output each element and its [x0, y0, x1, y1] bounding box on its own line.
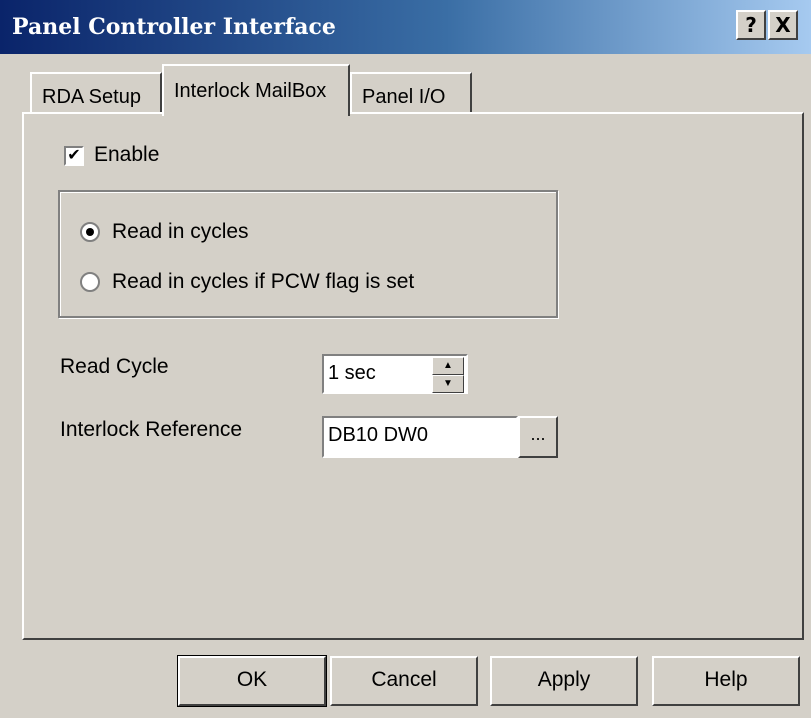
interlock-reference-field[interactable]: DB10 DW0	[322, 416, 518, 458]
read-in-cycles-label: Read in cycles	[112, 220, 249, 243]
tab-panel-io[interactable]: Panel I/O	[350, 72, 472, 114]
tab-interlock-mailbox[interactable]: Interlock MailBox	[162, 64, 350, 116]
cancel-button[interactable]: Cancel	[330, 656, 478, 706]
apply-button[interactable]: Apply	[490, 656, 638, 706]
read-in-cycles-radio[interactable]	[80, 222, 100, 242]
title-bar: Panel Controller Interface ? X	[0, 0, 811, 54]
enable-label: Enable	[94, 143, 160, 166]
ok-button[interactable]: OK	[177, 655, 327, 707]
close-title-button[interactable]: X	[768, 10, 798, 40]
read-cycle-label: Read Cycle	[60, 355, 169, 378]
read-if-pcw-flag-label: Read in cycles if PCW flag is set	[112, 270, 415, 293]
radio-selected-icon	[86, 228, 94, 236]
help-title-button[interactable]: ?	[736, 10, 766, 40]
read-if-pcw-flag-radio[interactable]	[80, 272, 100, 292]
spin-down-icon[interactable]: ▼	[432, 375, 464, 393]
spin-up-icon[interactable]: ▲	[432, 357, 464, 375]
browse-button[interactable]: ...	[518, 416, 558, 458]
help-button[interactable]: Help	[652, 656, 800, 706]
check-icon: ✔	[67, 147, 81, 164]
interlock-reference-label: Interlock Reference	[60, 418, 243, 441]
tab-rda-setup[interactable]: RDA Setup	[30, 72, 162, 114]
enable-checkbox[interactable]: ✔	[64, 146, 84, 166]
window-title: Panel Controller Interface	[12, 14, 336, 40]
read-mode-group	[58, 190, 558, 318]
